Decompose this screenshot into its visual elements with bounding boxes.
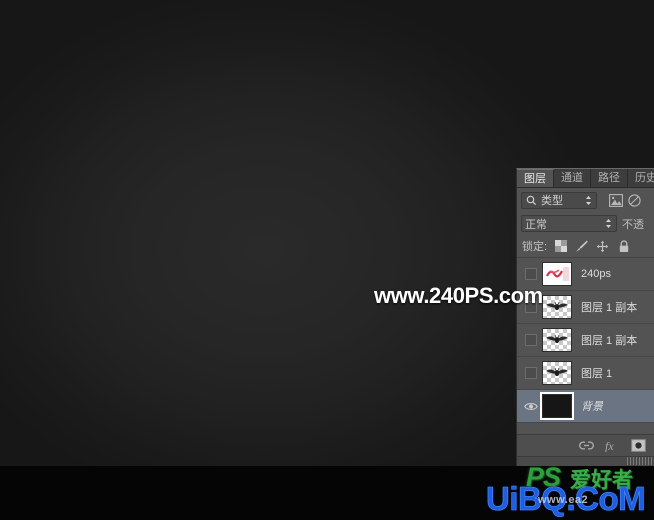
site-logo-sub: www.ea2 <box>538 494 589 506</box>
layer-row[interactable]: 背景 <box>517 390 654 423</box>
adjustment-filter-icon[interactable] <box>627 193 642 208</box>
filter-kind-label: 类型 <box>541 195 563 207</box>
layer-visibility-toggle[interactable] <box>520 401 542 412</box>
opacity-label: 不透 <box>622 218 644 231</box>
chevron-updown-icon[interactable] <box>584 193 593 208</box>
eye-off-icon <box>525 367 537 379</box>
layer-visibility-toggle[interactable] <box>520 334 542 346</box>
layer-thumbnail[interactable] <box>542 295 572 319</box>
brush-lock-icon[interactable] <box>574 239 589 254</box>
all-lock-icon[interactable] <box>616 239 631 254</box>
layer-thumbnail[interactable] <box>542 361 572 385</box>
transparency-lock-icon[interactable] <box>553 239 568 254</box>
layer-filter-row: 类型 <box>517 188 654 212</box>
search-icon <box>525 193 537 208</box>
layer-thumbnail[interactable] <box>542 262 572 286</box>
thumbnail-art-red <box>545 265 571 283</box>
thumbnail-art-wing <box>546 301 568 311</box>
layer-style-fx-icon[interactable]: fx <box>605 438 620 453</box>
lock-label: 锁定: <box>522 241 548 253</box>
blend-mode-row: 正常 不透 <box>517 212 654 235</box>
layer-name: 图层 1 副本 <box>581 302 638 314</box>
tab-paths[interactable]: 路径 <box>591 169 628 187</box>
layers-panel-toolbar: fx <box>517 434 654 456</box>
position-lock-icon[interactable] <box>595 239 610 254</box>
add-mask-icon[interactable] <box>631 438 646 453</box>
blend-mode-value: 正常 <box>525 218 547 231</box>
layer-row[interactable]: 图层 1 副本 <box>517 324 654 357</box>
image-filter-icon[interactable] <box>608 193 623 208</box>
tab-layers[interactable]: 图层 <box>517 169 554 187</box>
layer-thumbnail[interactable] <box>542 394 572 418</box>
filter-kind-select[interactable]: 类型 <box>521 191 597 209</box>
panel-tabstrip: 图层 通道 路径 历史 <box>517 169 654 188</box>
thumbnail-art-wing <box>546 367 568 377</box>
site-logo: PS 爱好者 UiBQ.CoM www.ea2 <box>486 462 654 520</box>
layers-list[interactable]: 240ps 图层 1 副本 图层 1 副本 图层 1 背景 <box>517 257 654 423</box>
tab-history[interactable]: 历史 <box>628 169 654 187</box>
lock-row: 锁定: <box>517 235 654 257</box>
layers-panel[interactable]: 图层 通道 路径 历史 类型 <box>516 168 654 466</box>
layer-name: 240ps <box>581 268 611 280</box>
layer-name: 图层 1 <box>581 368 613 380</box>
blend-mode-select[interactable]: 正常 <box>521 215 617 232</box>
layer-row[interactable]: 图层 1 <box>517 357 654 390</box>
svg-text:fx: fx <box>605 439 614 452</box>
layer-name: 背景 <box>581 401 603 413</box>
layer-thumbnail[interactable] <box>542 328 572 352</box>
screenshot-root: www.240PS.com PS 爱好者 UiBQ.CoM www.ea2 图层… <box>0 0 654 520</box>
watermark-text: www.240PS.com <box>374 283 543 308</box>
thumbnail-art-wing <box>546 334 568 344</box>
eye-off-icon <box>525 334 537 346</box>
layer-visibility-toggle[interactable] <box>520 367 542 379</box>
chevron-updown-icon[interactable] <box>604 216 613 231</box>
eye-on-icon <box>524 402 538 410</box>
layer-visibility-toggle[interactable] <box>520 268 542 280</box>
eye-off-icon <box>525 268 537 280</box>
tab-channels[interactable]: 通道 <box>554 169 591 187</box>
layer-name: 图层 1 副本 <box>581 335 638 347</box>
link-layers-icon[interactable] <box>579 438 594 453</box>
